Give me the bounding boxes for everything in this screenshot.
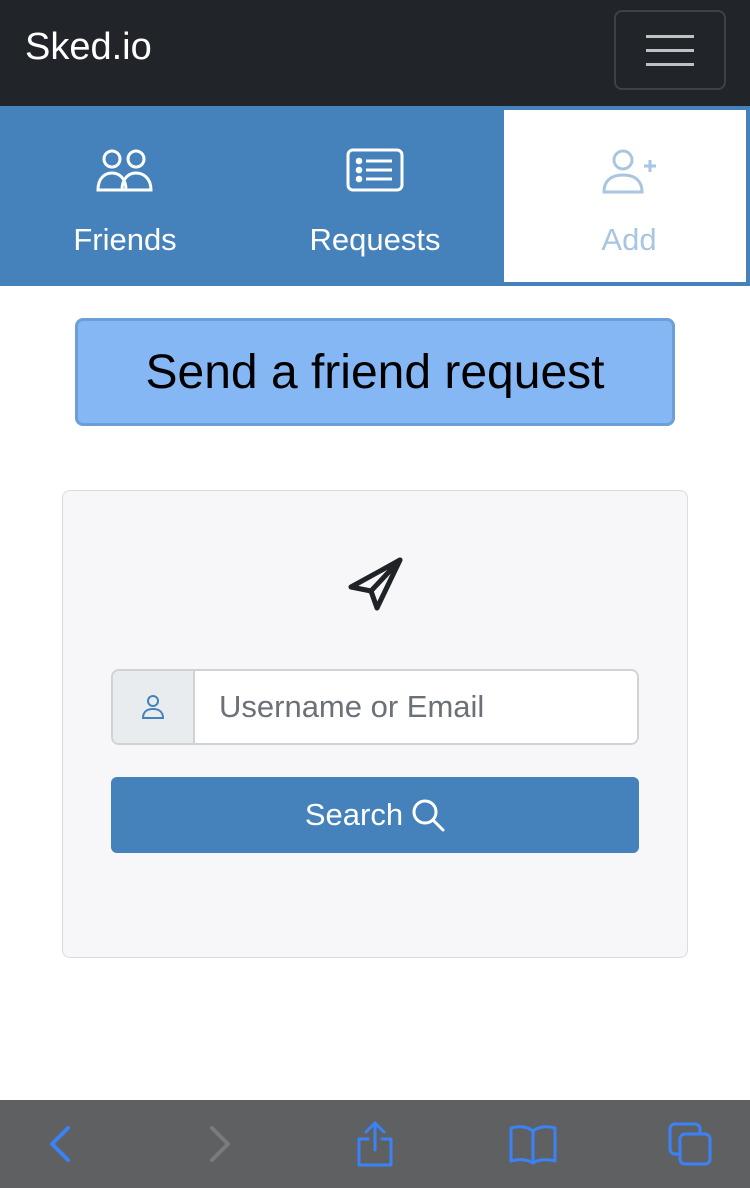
tab-requests-label: Requests [309,222,441,257]
user-plus-icon [504,148,750,196]
user-addon [113,671,195,743]
username-search-group [111,669,639,745]
users-icon [0,148,250,196]
hamburger-icon [646,35,694,66]
browser-toolbar [0,1100,750,1188]
menu-toggle-button[interactable] [614,10,726,90]
username-or-email-input[interactable] [195,671,637,743]
bookmarks-icon [509,1125,557,1165]
back-icon [50,1126,70,1162]
tab-add[interactable]: Add [500,106,750,286]
tab-add-label: Add [601,222,657,257]
bookmarks-button[interactable] [504,1100,562,1188]
paper-plane-icon [348,557,403,611]
page-heading-banner: Send a friend request [75,318,675,426]
magnifier-icon [412,799,445,832]
forward-button[interactable] [196,1100,246,1188]
top-navbar: Sked.io [0,0,750,106]
tabs-icon [668,1122,712,1166]
share-button[interactable] [350,1100,400,1188]
tab-friends[interactable]: Friends [0,106,250,286]
user-icon [141,695,165,719]
brand-title[interactable]: Sked.io [25,26,152,69]
tab-friends-label: Friends [73,222,177,257]
search-button-label: Search [304,797,404,832]
friend-request-card: Search [62,490,688,958]
search-button[interactable]: Search [111,777,639,853]
tabs-button[interactable] [664,1100,716,1188]
friends-tab-bar: Friends Requests Add [0,106,750,286]
forward-icon [210,1126,230,1162]
tab-requests[interactable]: Requests [250,106,500,286]
back-button[interactable] [34,1100,84,1188]
share-icon [357,1121,393,1167]
list-icon [250,148,500,196]
page-title: Send a friend request [145,345,605,399]
